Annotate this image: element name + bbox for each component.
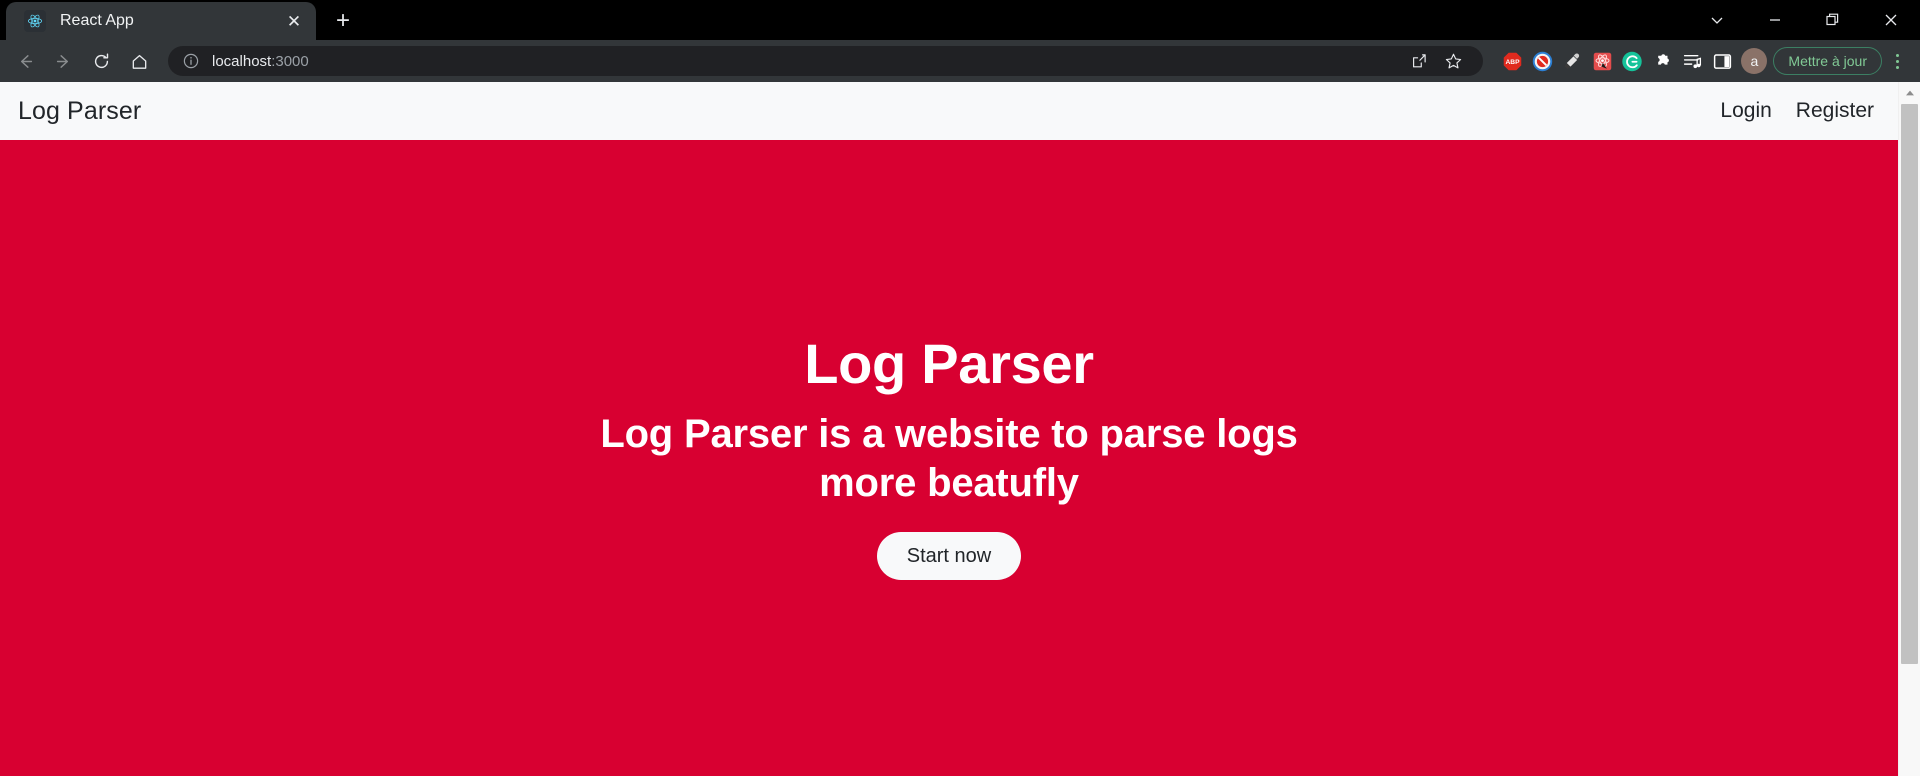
url-port: :3000 bbox=[271, 52, 309, 70]
site-nav-links: Login Register bbox=[1720, 99, 1874, 123]
adblock-plus-icon[interactable]: ABP bbox=[1501, 50, 1523, 72]
site-brand[interactable]: Log Parser bbox=[18, 97, 141, 126]
page-scrollbar[interactable] bbox=[1898, 82, 1920, 776]
eyedropper-icon[interactable] bbox=[1561, 50, 1583, 72]
home-button[interactable] bbox=[120, 44, 158, 78]
hero-subtitle: Log Parser is a website to parse logs mo… bbox=[600, 412, 1298, 506]
extensions-area: ABP bbox=[1491, 50, 1733, 72]
browser-toolbar: localhost:3000 ABP a Mettre à jour bbox=[0, 40, 1920, 82]
tab-close-button[interactable]: ✕ bbox=[282, 9, 306, 33]
close-window-button[interactable] bbox=[1862, 0, 1920, 40]
scrollbar-up-arrow-icon[interactable] bbox=[1899, 82, 1920, 104]
info-circle-icon[interactable] bbox=[182, 52, 200, 70]
reading-list-icon[interactable] bbox=[1681, 50, 1703, 72]
web-page: Log Parser Login Register Log Parser Log… bbox=[0, 82, 1898, 776]
hero-section: Log Parser Log Parser is a website to pa… bbox=[0, 140, 1898, 776]
hero-title: Log Parser bbox=[804, 332, 1094, 395]
omnibox-actions bbox=[1403, 46, 1469, 76]
page-viewport: Log Parser Login Register Log Parser Log… bbox=[0, 82, 1920, 776]
nav-link-login[interactable]: Login bbox=[1720, 99, 1771, 123]
share-icon[interactable] bbox=[1403, 46, 1435, 76]
react-devtools-icon[interactable] bbox=[1591, 50, 1613, 72]
hero-content: Log Parser Log Parser is a website to pa… bbox=[0, 332, 1898, 580]
tab-search-button[interactable] bbox=[1688, 0, 1746, 40]
scrollbar-thumb[interactable] bbox=[1901, 104, 1918, 664]
window-controls bbox=[1688, 0, 1920, 40]
browser-tab[interactable]: React App ✕ bbox=[6, 2, 316, 40]
forward-button[interactable] bbox=[44, 44, 82, 78]
address-bar-url: localhost:3000 bbox=[212, 53, 309, 70]
scrollbar-track[interactable] bbox=[1899, 104, 1920, 776]
browser-window: React App ✕ + localhost:3000 ABP a Mettr… bbox=[0, 0, 1920, 776]
reload-button[interactable] bbox=[82, 44, 120, 78]
profile-avatar[interactable]: a bbox=[1741, 48, 1768, 74]
tab-title: React App bbox=[60, 12, 134, 29]
extensions-puzzle-icon[interactable] bbox=[1651, 50, 1673, 72]
minimize-button[interactable] bbox=[1746, 0, 1804, 40]
site-navbar: Log Parser Login Register bbox=[0, 82, 1898, 140]
new-tab-button[interactable]: + bbox=[326, 4, 360, 38]
maximize-button[interactable] bbox=[1804, 0, 1862, 40]
side-panel-icon[interactable] bbox=[1711, 50, 1733, 72]
star-icon[interactable] bbox=[1437, 46, 1469, 76]
start-now-button[interactable]: Start now bbox=[876, 531, 1022, 580]
kebab-menu-icon[interactable] bbox=[1884, 46, 1910, 76]
tab-strip: React App ✕ + bbox=[0, 0, 1920, 40]
update-button[interactable]: Mettre à jour bbox=[1773, 47, 1882, 75]
back-button[interactable] bbox=[6, 44, 44, 78]
address-bar[interactable]: localhost:3000 bbox=[168, 46, 1484, 76]
ublock-origin-icon[interactable] bbox=[1531, 50, 1553, 72]
url-host: localhost bbox=[212, 52, 272, 70]
react-logo-icon bbox=[24, 10, 46, 32]
svg-text:ABP: ABP bbox=[1505, 59, 1520, 66]
nav-link-register[interactable]: Register bbox=[1796, 99, 1874, 123]
grammarly-icon[interactable] bbox=[1621, 50, 1643, 72]
